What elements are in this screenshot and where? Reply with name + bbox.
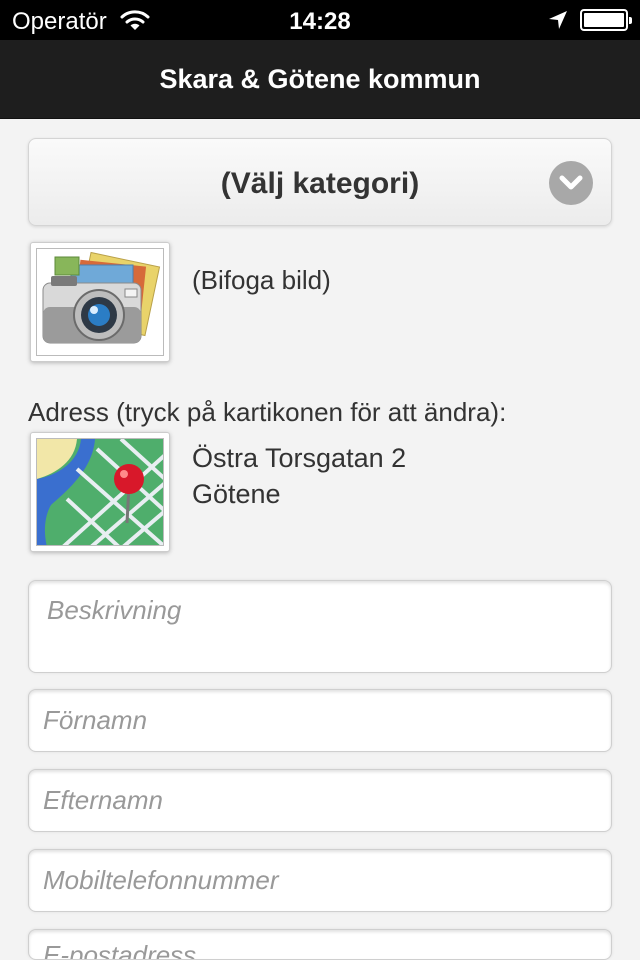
address-city: Götene (192, 479, 281, 509)
address-heading: Adress (tryck på kartikonen för att ändr… (28, 397, 507, 427)
last-name-input[interactable] (28, 769, 612, 832)
location-arrow-icon (548, 10, 568, 35)
status-bar: Operatör 14:28 (0, 0, 640, 40)
mobile-input[interactable] (28, 849, 612, 912)
map-button[interactable] (30, 432, 170, 552)
nav-title: Skara & Götene kommun (159, 64, 481, 94)
description-input[interactable] (28, 580, 612, 673)
camera-icon (36, 248, 164, 356)
map-icon (36, 438, 164, 546)
category-select-label: (Välj kategori) (220, 167, 420, 200)
clock: 14:28 (289, 8, 351, 35)
address-street: Östra Torsgatan 2 (192, 443, 407, 473)
attach-photo-label: (Bifoga bild) (192, 265, 331, 295)
first-name-input[interactable] (28, 689, 612, 752)
battery-icon (580, 9, 632, 31)
chevron-down-icon (549, 161, 593, 205)
navigation-bar: Skara & Götene kommun (0, 40, 640, 119)
email-input[interactable] (28, 929, 612, 960)
attach-photo-button[interactable] (30, 242, 170, 362)
category-select[interactable]: (Välj kategori) (28, 138, 612, 226)
